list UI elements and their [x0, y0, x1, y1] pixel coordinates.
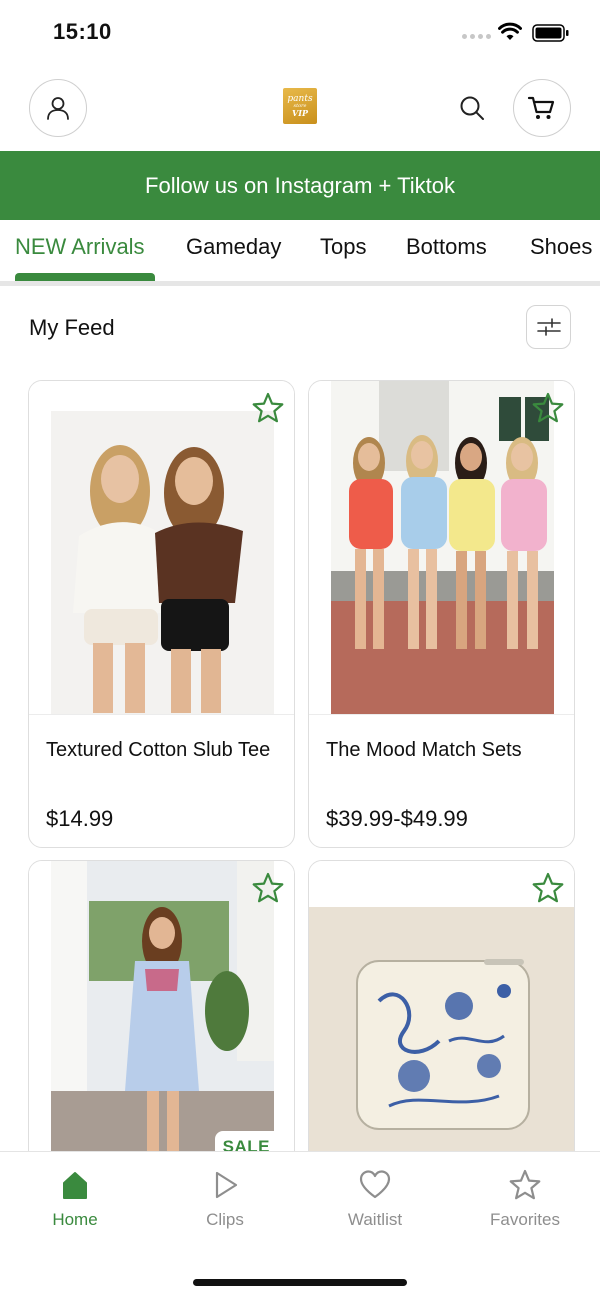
- cart-icon: [527, 96, 555, 119]
- play-icon: [215, 1171, 238, 1199]
- product-image[interactable]: [29, 381, 294, 714]
- product-name: Textured Cotton Slub Tee: [46, 739, 271, 761]
- home-indicator: [193, 1279, 407, 1286]
- tab-bottoms[interactable]: Bottoms: [406, 234, 487, 260]
- brand-logo[interactable]: pants store VIP: [283, 88, 317, 124]
- tab-waitlist-label: Waitlist: [347, 1210, 403, 1229]
- signal-dots-icon: [462, 34, 491, 39]
- status-bar: 15:10: [0, 0, 600, 66]
- tabs-divider: [0, 281, 600, 286]
- app-header: pants store VIP: [0, 66, 600, 151]
- filter-button[interactable]: [526, 305, 571, 349]
- star-outline-icon[interactable]: [251, 871, 285, 905]
- star-icon: [509, 1169, 541, 1200]
- tab-waitlist[interactable]: Waitlist: [315, 1168, 435, 1230]
- product-card[interactable]: Textured Cotton Slub Tee $14.99: [28, 380, 295, 848]
- tab-clips[interactable]: Clips: [165, 1168, 285, 1230]
- search-button[interactable]: [455, 91, 489, 125]
- search-icon: [460, 96, 484, 120]
- tab-gameday[interactable]: Gameday: [186, 234, 281, 260]
- feed-title: My Feed: [29, 315, 115, 340]
- product-card[interactable]: The Mood Match Sets $39.99-$49.99: [308, 380, 575, 848]
- promo-banner-text: Follow us on Instagram + Tiktok: [145, 172, 455, 198]
- heart-icon: [359, 1170, 391, 1199]
- sliders-icon: [536, 318, 561, 336]
- product-price: $14.99: [46, 806, 114, 831]
- home-icon: [63, 1172, 87, 1199]
- tab-clips-label: Clips: [206, 1210, 244, 1229]
- category-tabs: NEW Arrivals Gameday Tops Bottoms Shoes: [0, 220, 600, 286]
- product-image[interactable]: [309, 861, 574, 1194]
- tab-favorites-label: Favorites: [490, 1210, 560, 1229]
- product-info: Textured Cotton Slub Tee $14.99: [29, 714, 294, 831]
- tab-home-label: Home: [52, 1210, 98, 1229]
- status-time: 15:10: [53, 19, 112, 44]
- star-outline-icon[interactable]: [531, 871, 565, 905]
- user-icon: [47, 97, 69, 120]
- profile-button[interactable]: [29, 79, 87, 137]
- tab-new-arrivals[interactable]: NEW Arrivals: [15, 234, 145, 260]
- active-tab-indicator: [15, 273, 155, 281]
- cart-button[interactable]: [513, 79, 571, 137]
- tab-tops[interactable]: Tops: [320, 234, 366, 260]
- star-outline-icon[interactable]: [531, 391, 565, 425]
- product-name: The Mood Match Sets: [326, 739, 522, 761]
- product-image[interactable]: [309, 381, 574, 714]
- wifi-icon: [498, 22, 522, 40]
- star-outline-icon[interactable]: [251, 391, 285, 425]
- promo-banner[interactable]: Follow us on Instagram + Tiktok: [0, 151, 600, 220]
- battery-icon: [532, 24, 569, 42]
- bottom-tab-bar: Home Clips Waitlist Favorites: [0, 1151, 600, 1299]
- product-price: $39.99-$49.99: [326, 806, 468, 831]
- tab-home[interactable]: Home: [15, 1168, 135, 1230]
- tab-favorites[interactable]: Favorites: [465, 1168, 585, 1230]
- product-info: The Mood Match Sets $39.99-$49.99: [309, 714, 574, 831]
- tab-shoes[interactable]: Shoes: [530, 234, 592, 260]
